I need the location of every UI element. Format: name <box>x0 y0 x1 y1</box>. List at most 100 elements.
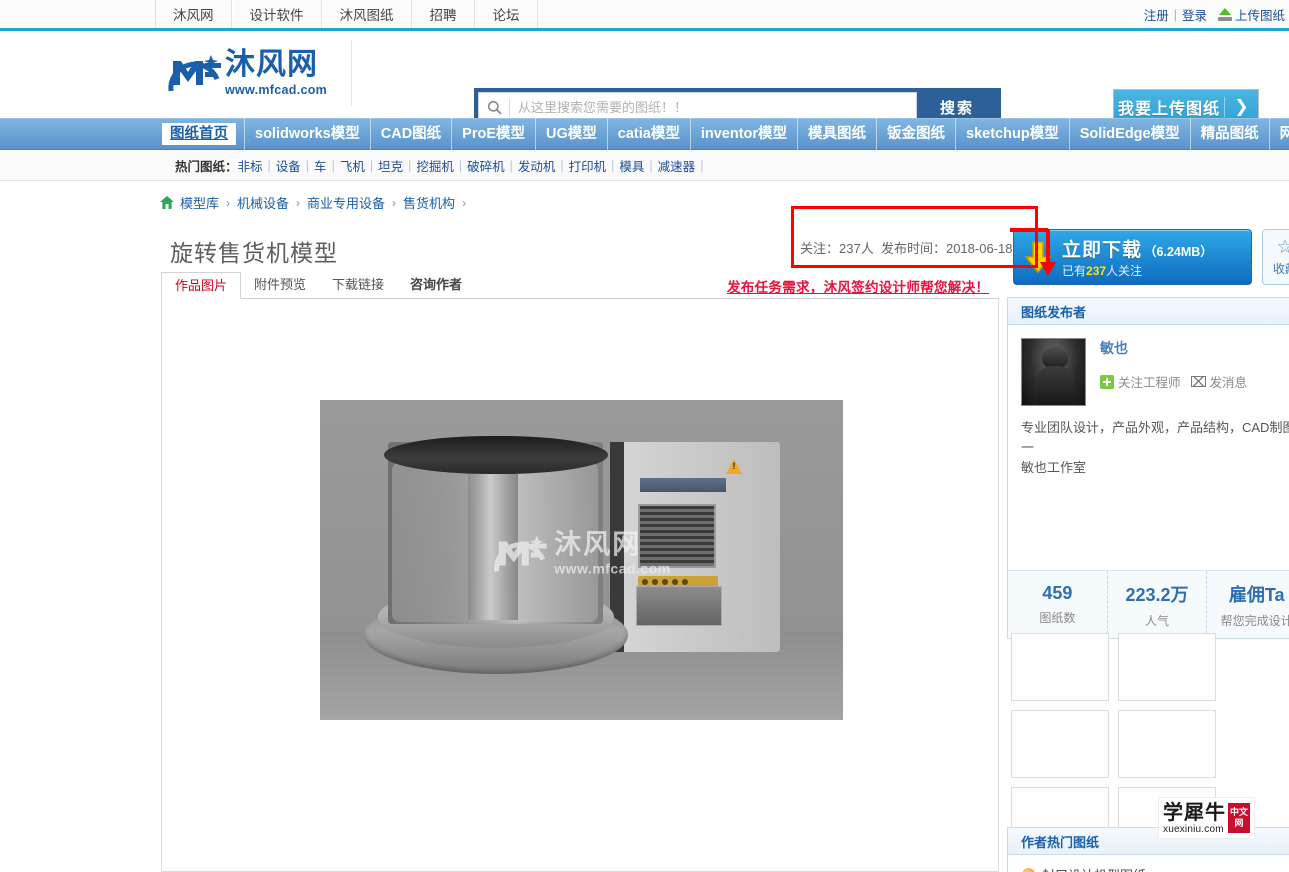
mf-logo-icon <box>167 51 223 95</box>
tab-contact-author[interactable]: 咨询作者 <box>397 272 475 298</box>
top-nav-item-4[interactable]: 论坛 <box>474 0 538 28</box>
stat-drawings: 459 图纸数 <box>1008 571 1108 638</box>
main-nav-item-5[interactable]: catia模型 <box>608 118 691 150</box>
breadcrumb-item-1[interactable]: 机械设备 <box>237 193 289 212</box>
main-nav-item-10[interactable]: SolidEdge模型 <box>1070 118 1191 150</box>
download-sub-count: 237 <box>1086 264 1107 278</box>
main-nav-item-8[interactable]: 钣金图纸 <box>877 118 957 150</box>
stat-popularity-value: 223.2万 <box>1125 584 1189 605</box>
download-button[interactable]: 立即下载 （6.24MB） 已有237人关注 <box>1013 229 1252 285</box>
search-icon <box>479 100 509 115</box>
rotary-glass <box>392 462 598 622</box>
top-nav-item-3[interactable]: 招聘 <box>411 0 475 28</box>
publisher-panel-title: 图纸发布者 <box>1008 298 1289 325</box>
stat-hire[interactable]: 雇佣Ta 帮您完成设计 <box>1207 571 1289 638</box>
vending-grill <box>638 504 716 568</box>
top-nav-item-0[interactable]: 沐风网 <box>155 0 232 28</box>
thumbnail-item[interactable] <box>1011 710 1109 778</box>
publisher-name[interactable]: 敏也 <box>1100 338 1247 358</box>
hot-sep: | <box>611 158 615 173</box>
download-subtext: 已有237人关注 <box>1062 264 1142 278</box>
hot-sep: | <box>560 158 564 173</box>
tab-attachment-preview[interactable]: 附件预览 <box>241 272 319 298</box>
hot-tag-6[interactable]: 破碎机 <box>467 156 505 175</box>
hot-item-label: 封口设计机型图纸 <box>1042 865 1146 872</box>
vending-screen <box>640 478 726 492</box>
hot-tag-3[interactable]: 飞机 <box>340 156 365 175</box>
stat-drawings-value: 459 <box>1042 583 1073 603</box>
main-nav-help-link[interactable]: 网站帮 <box>1270 126 1289 142</box>
annotation-box <box>791 206 1038 268</box>
artwork-viewer: 沐风网 www.mfcad.com <box>161 299 999 872</box>
main-nav-item-6[interactable]: inventor模型 <box>691 118 799 150</box>
hot-tag-0[interactable]: 非标 <box>238 156 263 175</box>
main-nav-label-0[interactable]: 图纸首页 <box>162 123 236 145</box>
favorite-label: 收藏 <box>1272 261 1289 276</box>
follow-label: 关注： <box>800 241 840 256</box>
list-item[interactable]: 封口设计机型图纸 <box>1022 865 1289 872</box>
main-nav: 图纸首页 solidworks模型 CAD图纸 ProE模型 UG模型 cati… <box>0 118 1289 150</box>
publish-date: 2018-06-18 <box>945 241 1013 256</box>
hire-button[interactable]: 雇佣Ta <box>1229 581 1285 607</box>
hot-tag-1[interactable]: 设备 <box>276 156 301 175</box>
breadcrumb-item-3[interactable]: 售货机构 <box>403 193 455 212</box>
top-right-links: 注册 | 登录 上传图纸 <box>1144 5 1285 24</box>
follow-engineer-button[interactable]: 关注工程师 <box>1118 372 1181 391</box>
favorite-button[interactable]: ☆ 收藏 <box>1262 229 1289 285</box>
top-nav-item-2[interactable]: 沐风图纸 <box>321 0 412 28</box>
hot-sep: | <box>408 158 412 173</box>
breadcrumb-item-2[interactable]: 商业专用设备 <box>307 193 385 212</box>
logo-title: 沐风网 <box>225 46 318 82</box>
hot-sep: | <box>369 158 374 173</box>
publisher-description: 专业团队设计，产品外观，产品结构，CAD制图一 敏也工作室 <box>1008 406 1289 478</box>
breadcrumb-item-0[interactable]: 模型库 <box>180 193 219 212</box>
breadcrumb-sep: › <box>462 195 467 210</box>
download-size: （6.24MB） <box>1144 245 1213 259</box>
xuexiniu-ad[interactable]: 学犀牛 xuexiniu.com 中文 网 <box>1158 797 1255 839</box>
main-nav-item-home[interactable]: 图纸首页 <box>162 118 245 150</box>
page-root: 沐风网 设计软件 沐风图纸 招聘 论坛 注册 | 登录 上传图纸 沐风网 www… <box>0 0 1289 872</box>
register-link[interactable]: 注册 <box>1144 5 1169 24</box>
login-link[interactable]: 登录 <box>1182 5 1207 24</box>
stat-popularity: 223.2万 人气 <box>1108 571 1208 638</box>
thumbnail-item[interactable] <box>1118 633 1216 701</box>
tab-download-links[interactable]: 下载链接 <box>319 272 397 298</box>
logo-text: 沐风网 www.mfcad.com <box>225 46 328 97</box>
main-nav-item-9[interactable]: sketchup模型 <box>956 118 1070 150</box>
hot-tag-5[interactable]: 挖掘机 <box>416 156 454 175</box>
thumbnail-item[interactable] <box>1118 710 1216 778</box>
hot-sep: | <box>305 158 310 173</box>
main-nav-item-2[interactable]: CAD图纸 <box>371 118 453 150</box>
upload-button-label: 我要上传图纸 <box>1117 101 1220 118</box>
hot-tag-2[interactable]: 车 <box>314 156 327 175</box>
sidebar: 图纸发布者 敏也 关注工程师 发消息 专业团队设计，产品外观，产品结构，CAD制… <box>1007 297 1289 650</box>
avatar <box>1021 338 1086 406</box>
main-nav-item-4[interactable]: UG模型 <box>536 118 608 150</box>
hot-drawings-row: 热门图纸： 非标 | 设备 | 车 | 飞机 | 坦克 | 挖掘机 | 破碎机 | 发动机 | … <box>0 151 1289 181</box>
product-image: 沐风网 www.mfcad.com <box>320 400 843 720</box>
upload-drawing-link[interactable]: 上传图纸 <box>1235 5 1285 24</box>
breadcrumb: 模型库 › 机械设备 › 商业专用设备 › 售货机构 › <box>160 193 473 212</box>
logo-url: www.mfcad.com <box>225 82 328 97</box>
main-nav-item-1[interactable]: solidworks模型 <box>245 118 371 150</box>
hot-tag-4[interactable]: 坦克 <box>378 156 403 175</box>
tab-artwork-images[interactable]: 作品图片 <box>161 272 242 299</box>
site-logo[interactable]: 沐风网 www.mfcad.com <box>155 40 352 106</box>
hot-sep: | <box>458 158 463 173</box>
top-nav-item-1[interactable]: 设计软件 <box>231 0 322 28</box>
hot-sep: | <box>509 158 513 173</box>
breadcrumb-sep: › <box>226 195 231 210</box>
hot-tag-10[interactable]: 减速器 <box>658 156 696 175</box>
xuexiniu-badge: 中文 网 <box>1228 803 1250 833</box>
hot-tag-8[interactable]: 打印机 <box>569 156 607 175</box>
hot-tag-7[interactable]: 发动机 <box>518 156 556 175</box>
hot-tag-9[interactable]: 模具 <box>619 156 644 175</box>
main-nav-item-11[interactable]: 精品图纸 <box>1191 118 1270 150</box>
promo-link[interactable]: 发布任务需求，沐风签约设计师帮您解决！ <box>727 276 989 296</box>
thumbnail-item[interactable] <box>1011 633 1109 701</box>
main-nav-item-7[interactable]: 模具图纸 <box>798 118 878 150</box>
send-message-button[interactable]: 发消息 <box>1210 372 1248 391</box>
breadcrumb-sep: › <box>296 195 301 210</box>
xuexiniu-title: 学犀牛 <box>1163 799 1226 824</box>
main-nav-item-3[interactable]: ProE模型 <box>452 118 537 150</box>
